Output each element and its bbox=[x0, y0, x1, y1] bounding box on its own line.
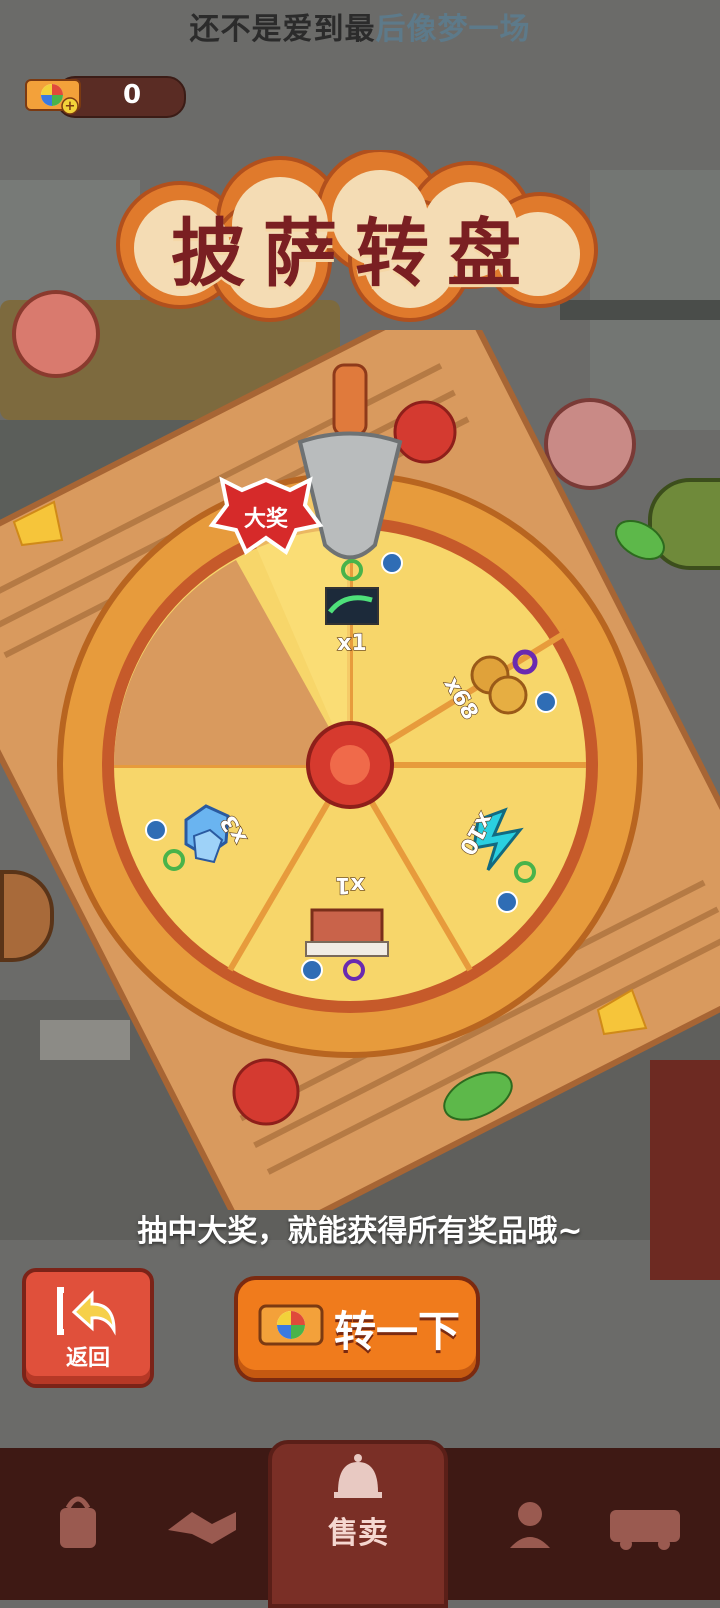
back-button[interactable]: 返回 bbox=[22, 1268, 154, 1388]
shop-bag-icon bbox=[60, 1496, 96, 1548]
nav-map[interactable] bbox=[470, 1476, 590, 1576]
nav-shop[interactable] bbox=[16, 1476, 136, 1576]
nav-bus[interactable] bbox=[590, 1476, 710, 1576]
grand-prize-tip: 抽中大奖，就能获得所有奖品哦~ bbox=[137, 1214, 583, 1249]
back-label: 返回 bbox=[65, 1346, 110, 1371]
map-person-icon bbox=[510, 1502, 550, 1548]
lottery-ticket-icon bbox=[258, 1304, 324, 1346]
nav-sell[interactable]: 售卖 bbox=[268, 1440, 448, 1608]
nav-deal[interactable] bbox=[140, 1476, 260, 1576]
sell-bell-icon bbox=[334, 1454, 382, 1498]
spin-label: 转一下 bbox=[334, 1307, 461, 1356]
handshake-icon bbox=[168, 1512, 236, 1544]
nav-sell-label: 售卖 bbox=[328, 1516, 388, 1551]
back-arrow-icon bbox=[57, 1287, 116, 1336]
bus-icon bbox=[610, 1510, 680, 1550]
spin-button[interactable]: 转一下 bbox=[234, 1276, 480, 1382]
